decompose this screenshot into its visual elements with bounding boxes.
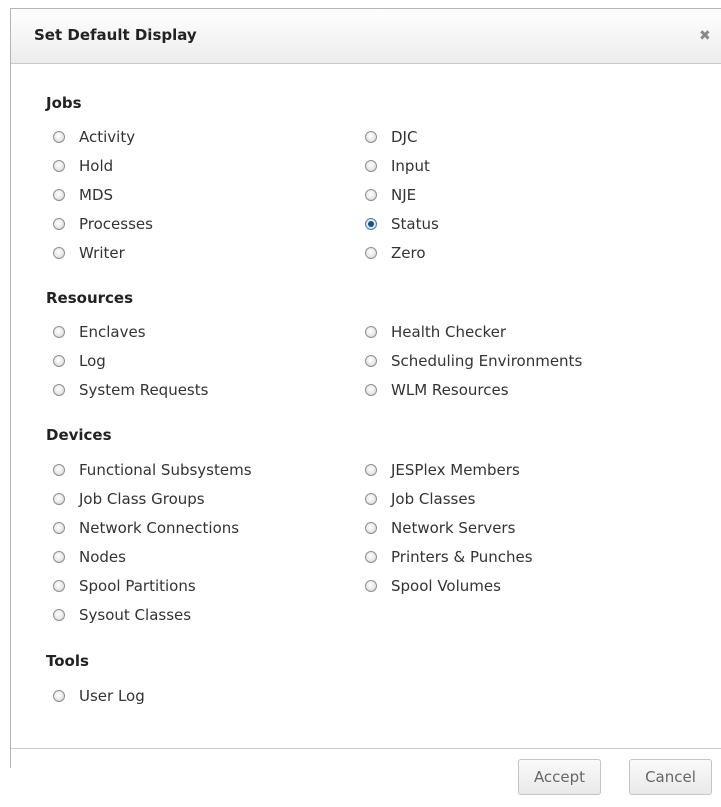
option-label: System Requests — [79, 381, 209, 399]
radio-button[interactable] — [365, 522, 377, 534]
radio-option-djc[interactable]: DJC — [365, 127, 417, 147]
dialog-title: Set Default Display — [34, 26, 197, 44]
radio-option-user-log[interactable]: User Log — [53, 686, 145, 706]
option-label: JESPlex Members — [391, 461, 520, 479]
option-label: Spool Partitions — [79, 577, 196, 595]
radio-button[interactable] — [53, 131, 65, 143]
option-label: Activity — [79, 128, 136, 146]
radio-option-nodes[interactable]: Nodes — [53, 547, 126, 567]
option-label: WLM Resources — [391, 381, 509, 399]
radio-button[interactable] — [53, 609, 65, 621]
radio-button[interactable] — [365, 160, 377, 172]
radio-option-network-servers[interactable]: Network Servers — [365, 518, 515, 538]
radio-button-selected[interactable] — [365, 218, 377, 230]
option-label: MDS — [79, 186, 114, 204]
section-title-tools: Tools — [46, 652, 89, 670]
radio-option-job-class-groups[interactable]: Job Class Groups — [53, 489, 205, 509]
radio-button[interactable] — [365, 384, 377, 396]
option-label: NJE — [391, 186, 417, 204]
radio-option-nje[interactable]: NJE — [365, 185, 416, 205]
option-label: Job Class Groups — [79, 490, 205, 508]
radio-button[interactable] — [53, 493, 65, 505]
radio-button[interactable] — [365, 580, 377, 592]
option-label: Network Servers — [391, 519, 516, 537]
option-label: Sysout Classes — [79, 606, 192, 624]
radio-button[interactable] — [53, 247, 65, 259]
close-icon[interactable]: ✖ — [699, 26, 719, 46]
radio-option-zero[interactable]: Zero — [365, 243, 426, 263]
radio-option-writer[interactable]: Writer — [53, 243, 125, 263]
radio-button[interactable] — [365, 326, 377, 338]
option-label: DJC — [391, 128, 418, 146]
option-label: Hold — [79, 157, 114, 175]
radio-button[interactable] — [365, 493, 377, 505]
radio-option-scheduling-environments[interactable]: Scheduling Environments — [365, 351, 582, 371]
radio-button[interactable] — [365, 131, 377, 143]
radio-option-enclaves[interactable]: Enclaves — [53, 322, 146, 342]
radio-button[interactable] — [365, 551, 377, 563]
radio-button[interactable] — [53, 464, 65, 476]
radio-option-log[interactable]: Log — [53, 351, 106, 371]
radio-button[interactable] — [365, 247, 377, 259]
radio-button[interactable] — [53, 218, 65, 230]
radio-button[interactable] — [53, 326, 65, 338]
radio-button[interactable] — [53, 522, 65, 534]
radio-option-system-requests[interactable]: System Requests — [53, 380, 208, 400]
option-label: Printers & Punches — [391, 548, 533, 566]
radio-option-processes[interactable]: Processes — [53, 214, 153, 234]
cancel-button[interactable]: Cancel — [629, 759, 712, 795]
option-label: Functional Subsystems — [79, 461, 252, 479]
option-label: Enclaves — [79, 323, 146, 341]
radio-option-mds[interactable]: MDS — [53, 185, 113, 205]
section-title-jobs: Jobs — [46, 94, 82, 112]
option-label: Job Classes — [391, 490, 476, 508]
radio-button[interactable] — [53, 384, 65, 396]
accept-button[interactable]: Accept — [518, 759, 601, 795]
option-label: Zero — [391, 244, 426, 262]
radio-option-health-checker[interactable]: Health Checker — [365, 322, 506, 342]
section-title-devices: Devices — [46, 426, 112, 444]
radio-option-status[interactable]: Status — [365, 214, 439, 234]
dialog-header: Set Default Display ✖ — [11, 9, 721, 64]
set-default-display-dialog: Set Default Display ✖ Jobs Activity Hold… — [10, 8, 721, 795]
option-label: Processes — [79, 215, 153, 233]
option-label: Scheduling Environments — [391, 352, 583, 370]
dialog-footer: Accept Cancel — [11, 748, 721, 795]
option-label: Writer — [79, 244, 125, 262]
radio-option-sysout-classes[interactable]: Sysout Classes — [53, 605, 191, 625]
option-label: Status — [391, 215, 439, 233]
radio-button[interactable] — [53, 189, 65, 201]
radio-option-functional-subsystems[interactable]: Functional Subsystems — [53, 460, 252, 480]
radio-option-input[interactable]: Input — [365, 156, 430, 176]
dialog-body: Jobs Activity Hold MDS Processes Writer … — [11, 64, 721, 748]
radio-button[interactable] — [53, 580, 65, 592]
radio-button[interactable] — [53, 160, 65, 172]
radio-option-hold[interactable]: Hold — [53, 156, 113, 176]
option-label: Input — [391, 157, 430, 175]
radio-button[interactable] — [53, 551, 65, 563]
option-label: Spool Volumes — [391, 577, 501, 595]
radio-option-network-connections[interactable]: Network Connections — [53, 518, 239, 538]
option-label: Health Checker — [391, 323, 507, 341]
radio-button[interactable] — [365, 464, 377, 476]
radio-option-job-classes[interactable]: Job Classes — [365, 489, 475, 509]
radio-button[interactable] — [365, 355, 377, 367]
radio-option-activity[interactable]: Activity — [53, 127, 135, 147]
radio-button[interactable] — [365, 189, 377, 201]
section-title-resources: Resources — [46, 289, 134, 307]
option-label: Log — [79, 352, 106, 370]
option-label: Network Connections — [79, 519, 240, 537]
radio-option-spool-volumes[interactable]: Spool Volumes — [365, 576, 501, 596]
radio-option-spool-partitions[interactable]: Spool Partitions — [53, 576, 196, 596]
radio-option-jesplex-members[interactable]: JESPlex Members — [365, 460, 520, 480]
radio-button[interactable] — [53, 690, 65, 702]
radio-option-wlm-resources[interactable]: WLM Resources — [365, 380, 509, 400]
radio-button[interactable] — [53, 355, 65, 367]
option-label: User Log — [79, 687, 145, 705]
radio-option-printers-punches[interactable]: Printers & Punches — [365, 547, 533, 567]
option-label: Nodes — [79, 548, 126, 566]
